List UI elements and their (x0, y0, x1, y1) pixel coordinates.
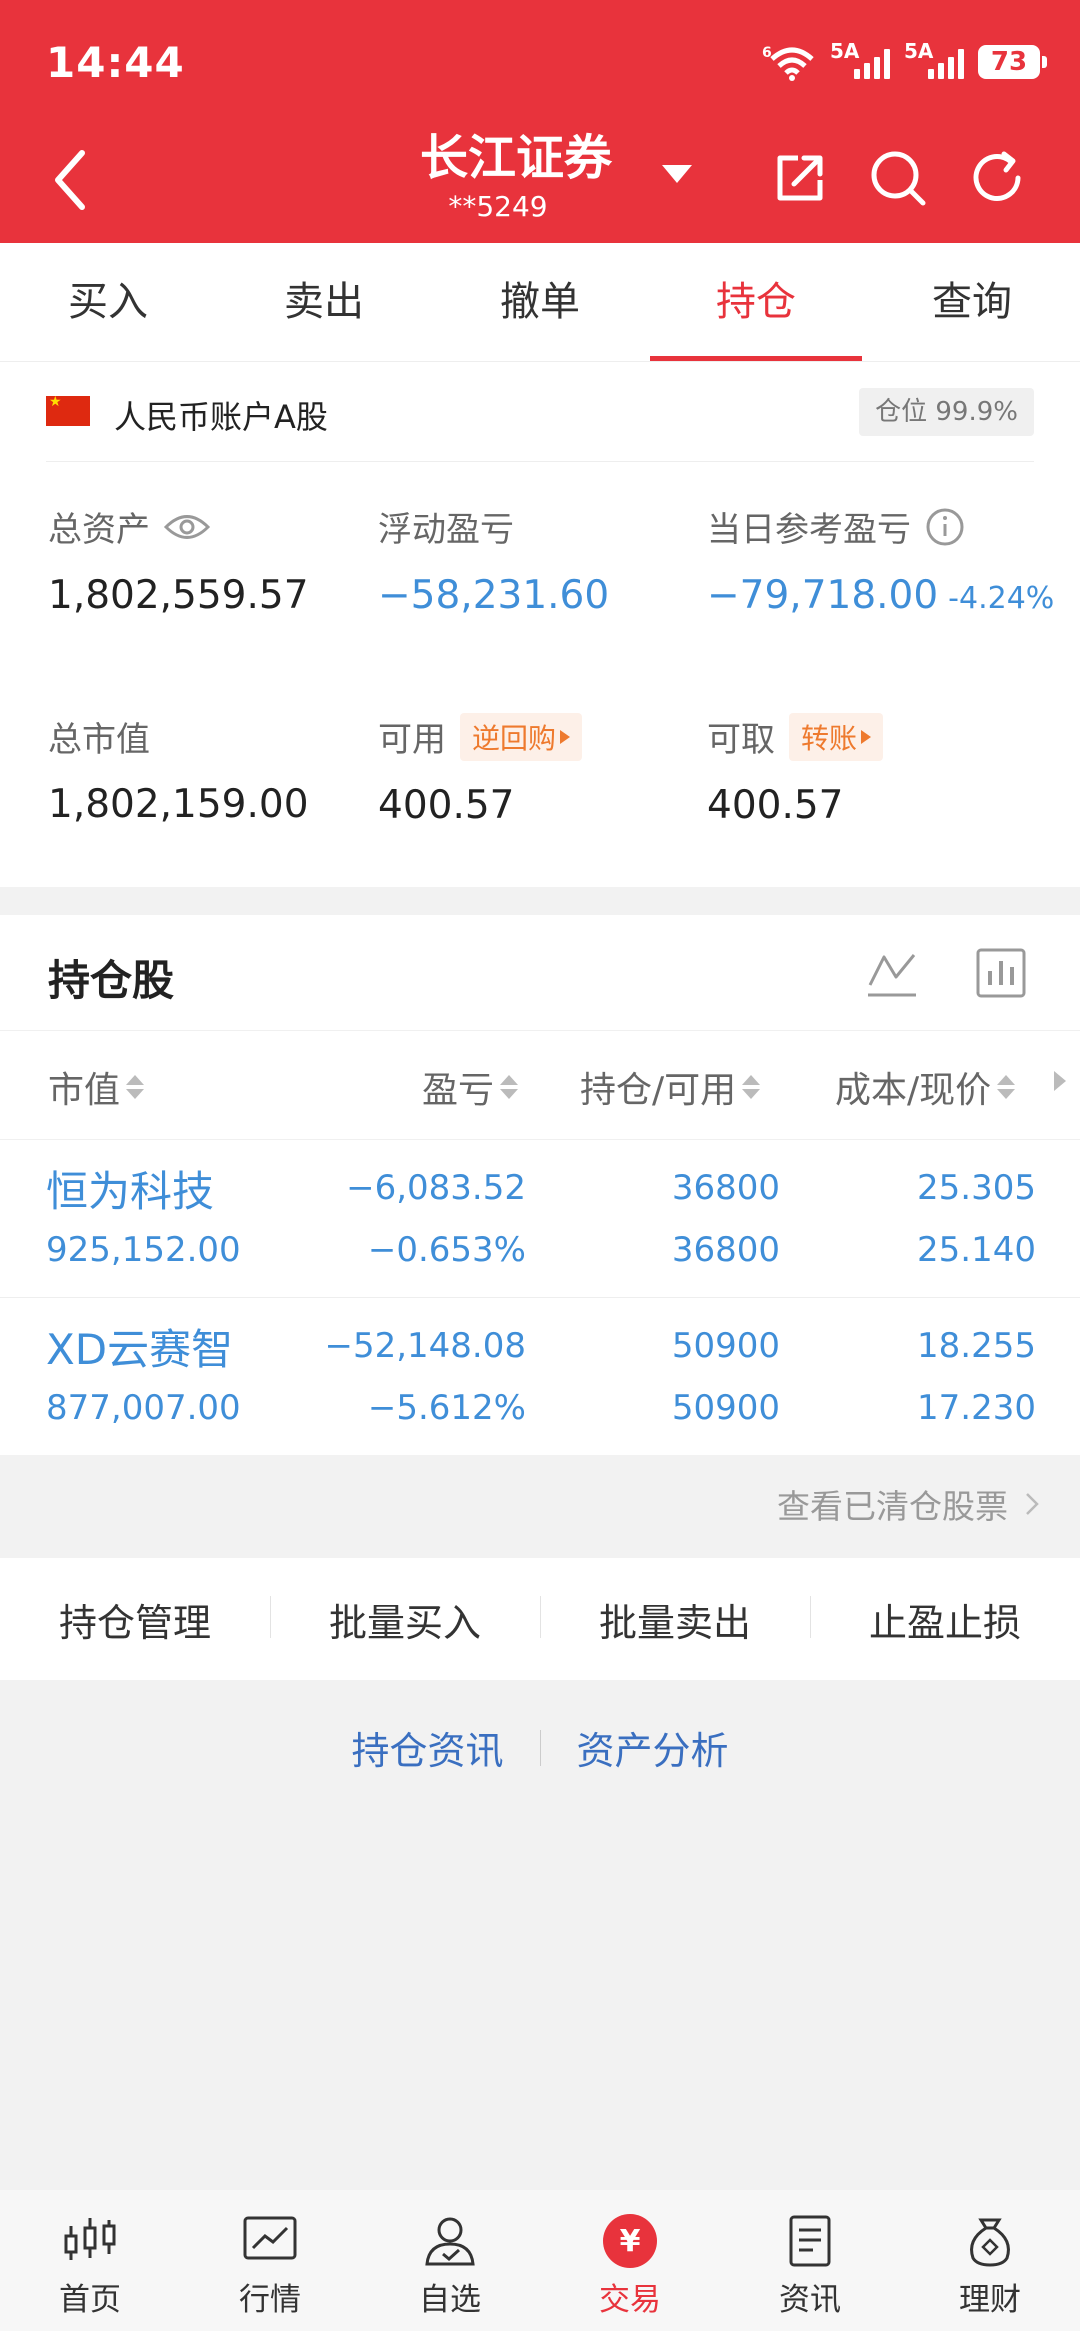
stock-pl: −6,083.52 (346, 1168, 526, 1208)
daily-pl-percent: -4.24% (948, 581, 1055, 616)
search-icon[interactable] (868, 148, 928, 208)
position-manage-button[interactable]: 持仓管理 (0, 1592, 270, 1647)
nav-market[interactable]: 行情 (180, 2190, 360, 2331)
signal-icon: 5A (904, 39, 964, 81)
china-flag-icon (46, 394, 90, 426)
floating-pl-value: −58,231.60 (378, 573, 610, 618)
batch-buy-button[interactable]: 批量买入 (270, 1592, 540, 1647)
sort-icon (997, 1075, 1016, 1099)
divider (539, 1729, 541, 1766)
market-value-amount: 1,802,159.00 (48, 782, 309, 827)
share-icon[interactable] (770, 148, 830, 208)
available-funds: 可用 逆回购 400.57 (378, 712, 583, 828)
total-assets-value: 1,802,559.57 (48, 573, 309, 618)
market-value: 总市值 1,802,159.00 (48, 719, 309, 828)
stock-pl-percent: −5.612% (367, 1388, 526, 1428)
chart-icon (243, 2216, 297, 2260)
asset-analysis-link[interactable]: 资产分析 (577, 1720, 729, 1775)
holdings-title: 持仓股 (48, 956, 175, 1005)
stock-name: XD云赛智 (46, 1325, 234, 1374)
tab-positions[interactable]: 持仓 (648, 243, 864, 361)
tab-cancel[interactable]: 撤单 (432, 243, 648, 361)
yuan-icon: ¥ (603, 2214, 657, 2268)
app-header: 14:44 6 5A 5A 73 长江证券 **5249 (0, 0, 1080, 243)
stock-price: 25.140 (917, 1230, 1036, 1270)
news-icon (789, 2215, 831, 2267)
stock-price: 17.230 (917, 1388, 1036, 1428)
stock-pl: −52,148.08 (324, 1326, 526, 1366)
stock-available: 36800 (671, 1230, 780, 1270)
tab-buy[interactable]: 买入 (0, 243, 216, 361)
signal-icon: 5A (830, 39, 890, 81)
nav-trade[interactable]: ¥ 交易 (540, 2190, 720, 2331)
stock-position: 50900 (671, 1326, 780, 1366)
column-position[interactable]: 持仓/可用 (580, 1061, 761, 1113)
tab-query[interactable]: 查询 (864, 243, 1080, 361)
stock-pl-percent: −0.653% (367, 1230, 526, 1270)
battery-icon: 73 (978, 45, 1047, 79)
total-assets: 总资产 1,802,559.57 (48, 510, 309, 618)
sort-icon (742, 1075, 761, 1099)
sort-icon (126, 1075, 145, 1099)
info-links: 持仓资讯 资产分析 (0, 1720, 1080, 1775)
reverse-repo-button[interactable]: 逆回购 (460, 712, 583, 761)
stock-position: 36800 (671, 1168, 780, 1208)
column-cost-price[interactable]: 成本/现价 (835, 1061, 1016, 1113)
stop-profit-loss-button[interactable]: 止盈止损 (810, 1592, 1080, 1647)
status-icons: 6 5A 5A 73 (762, 39, 1047, 82)
money-bag-icon (970, 2218, 1010, 2267)
user-check-icon (425, 2217, 475, 2266)
cleared-stocks-link[interactable]: 查看已清仓股票 (777, 1480, 1040, 1528)
nav-watchlist[interactable]: 自选 (360, 2190, 540, 2331)
account-type: 人民币账户A股 (114, 398, 328, 436)
stock-available: 50900 (671, 1388, 780, 1428)
candlestick-icon (64, 2218, 116, 2260)
transfer-button[interactable]: 转账 (789, 712, 884, 761)
status-time: 14:44 (46, 38, 185, 87)
info-icon[interactable] (925, 507, 965, 547)
account-header: 人民币账户A股 仓位 99.9% (46, 362, 1034, 462)
holdings-news-link[interactable]: 持仓资讯 (351, 1720, 503, 1775)
withdrawable-funds: 可取 转账 400.57 (707, 712, 884, 828)
floating-pl: 浮动盈亏 −58,231.60 (378, 510, 610, 618)
column-pl[interactable]: 盈亏 (422, 1061, 519, 1113)
nav-home[interactable]: 首页 (0, 2190, 180, 2331)
tab-sell[interactable]: 卖出 (216, 243, 432, 361)
nav-wealth[interactable]: 理财 (900, 2190, 1080, 2331)
available-amount: 400.57 (378, 783, 515, 828)
position-actions: 持仓管理 批量买入 批量卖出 止盈止损 (0, 1558, 1080, 1680)
holding-row[interactable]: XD云赛智 877,007.00 −52,148.08 −5.612% 5090… (0, 1298, 1080, 1456)
svg-text:6: 6 (762, 45, 772, 61)
caret-down-icon[interactable] (660, 163, 694, 185)
withdrawable-amount: 400.57 (707, 783, 844, 828)
stock-market-value: 877,007.00 (46, 1388, 241, 1428)
daily-pl: 当日参考盈亏 −79,718.00 -4.24% (707, 502, 1054, 618)
holding-row[interactable]: 恒为科技 925,152.00 −6,083.52 −0.653% 36800 … (0, 1140, 1080, 1298)
more-columns-icon[interactable] (1054, 1071, 1066, 1091)
wifi-icon: 6 (762, 45, 814, 81)
eye-icon[interactable] (164, 512, 210, 542)
stock-cost: 25.305 (917, 1168, 1036, 1208)
stock-name: 恒为科技 (46, 1167, 215, 1216)
refresh-icon[interactable] (968, 148, 1028, 208)
daily-pl-value: −79,718.00 -4.24% (707, 573, 1055, 618)
stock-market-value: 925,152.00 (46, 1230, 241, 1270)
sort-icon (500, 1075, 519, 1099)
account-summary: 人民币账户A股 仓位 99.9% 总资产 1,802,559.57 浮动盈亏 −… (0, 362, 1080, 887)
holdings-column-headers: 市值 盈亏 持仓/可用 成本/现价 (0, 1030, 1080, 1140)
bottom-nav: 首页 行情 自选 ¥ 交易 资讯 理财 (0, 2190, 1080, 2331)
trade-tabs: 买入 卖出 撤单 持仓 查询 (0, 243, 1080, 362)
column-market-value[interactable]: 市值 (48, 1061, 145, 1113)
line-chart-icon[interactable] (864, 945, 920, 1001)
position-ratio-badge: 仓位 99.9% (859, 388, 1034, 436)
bar-chart-icon[interactable] (973, 945, 1029, 1001)
stock-cost: 18.255 (917, 1326, 1036, 1366)
chevron-right-icon (1026, 1493, 1039, 1515)
nav-news[interactable]: 资讯 (720, 2190, 900, 2331)
batch-sell-button[interactable]: 批量卖出 (540, 1592, 810, 1647)
holdings-section: 持仓股 市值 盈亏 持仓/可用 成本/现价 恒为科技 925,152.00 −6… (0, 915, 1080, 1455)
